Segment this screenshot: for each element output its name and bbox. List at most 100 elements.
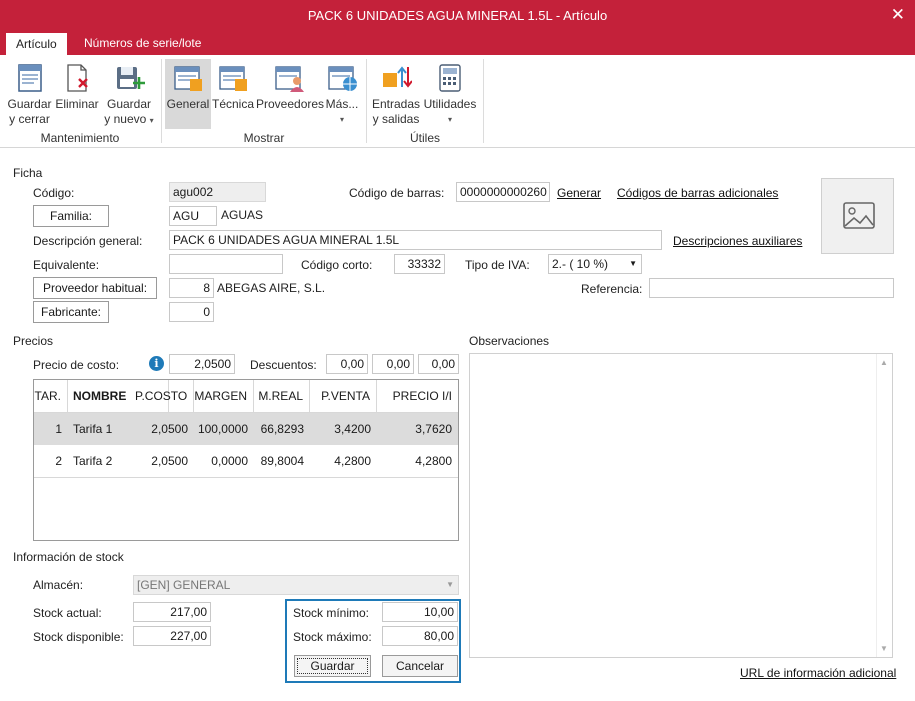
- descripcion-label: Descripción general:: [33, 234, 143, 248]
- tarifas-table: TAR. NOMBRE P.COSTO MARGEN M.REAL P.VENT…: [33, 379, 459, 541]
- general-button[interactable]: General: [165, 59, 211, 129]
- fabricante-button[interactable]: Fabricante:: [33, 301, 109, 323]
- fabricante-field[interactable]: 0: [169, 302, 214, 322]
- codigo-label: Código:: [33, 186, 75, 200]
- col-tar[interactable]: TAR.: [34, 380, 68, 413]
- table-row[interactable]: 1 Tarifa 1 2,0500 100,0000 66,8293 3,420…: [34, 413, 458, 445]
- cancelar-button[interactable]: Cancelar: [382, 655, 458, 677]
- descripcion-field[interactable]: PACK 6 UNIDADES AGUA MINERAL 1.5L: [169, 230, 662, 250]
- descuento-3-field[interactable]: 0,00: [418, 354, 459, 374]
- cell-m-real: 89,8004: [260, 454, 304, 468]
- save-close-icon: [14, 63, 46, 93]
- group-label-mantenimiento: Mantenimiento: [40, 131, 120, 145]
- stock-actual-label: Stock actual:: [33, 606, 102, 620]
- section-ficha: Ficha: [13, 166, 43, 180]
- cell-margen: 100,0000: [197, 422, 248, 436]
- save-new-button[interactable]: Guardar y nuevo ▾: [102, 59, 156, 129]
- familia-button[interactable]: Familia:: [33, 205, 109, 227]
- equivalente-field[interactable]: [169, 254, 283, 274]
- familia-code-field[interactable]: AGU: [169, 206, 217, 226]
- chevron-down-icon: ▼: [446, 580, 454, 589]
- cell-p-costo: 2,0500: [151, 422, 188, 436]
- cell-tar: 2: [55, 454, 62, 468]
- scroll-down-icon[interactable]: ▼: [880, 644, 888, 653]
- delete-button[interactable]: Eliminar: [55, 59, 99, 129]
- group-label-mostrar: Mostrar: [243, 131, 285, 145]
- save-close-label2: y cerrar: [9, 112, 50, 126]
- utilidades-button[interactable]: Utilidades ▾: [423, 59, 477, 129]
- entradas-label1: Entradas: [371, 97, 421, 111]
- generar-link[interactable]: Generar: [557, 186, 601, 200]
- stock-minimo-field[interactable]: 10,00: [382, 602, 458, 622]
- chevron-down-icon[interactable]: ▼: [629, 255, 637, 273]
- col-m-real[interactable]: M.REAL: [254, 380, 310, 413]
- save-new-icon: [113, 63, 145, 93]
- codigo-field[interactable]: agu002: [169, 182, 266, 202]
- precio-costo-field[interactable]: 2,0500: [169, 354, 235, 374]
- cell-m-real: 66,8293: [260, 422, 304, 436]
- close-icon[interactable]: ✕: [891, 5, 905, 25]
- col-p-venta[interactable]: P.VENTA: [310, 380, 377, 413]
- col-margen[interactable]: MARGEN: [194, 380, 254, 413]
- title-bar: PACK 6 UNIDADES AGUA MINERAL 1.5L - Artí…: [0, 0, 915, 32]
- col-precio-ii[interactable]: PRECIO I/I: [377, 380, 458, 413]
- tipo-iva-select[interactable]: 2.- ( 10 %) ▼: [548, 254, 642, 274]
- article-image[interactable]: [821, 178, 894, 254]
- descuento-1-field[interactable]: 0,00: [326, 354, 368, 374]
- tab-numeros-serie-lote[interactable]: Números de serie/lote: [74, 32, 211, 55]
- stock-disponible-label: Stock disponible:: [33, 630, 124, 644]
- descuento-2-field[interactable]: 0,00: [372, 354, 414, 374]
- col-p-costo[interactable]: P.COSTO: [135, 380, 194, 413]
- descripciones-auxiliares-link[interactable]: Descripciones auxiliares: [673, 234, 802, 248]
- scroll-up-icon[interactable]: ▲: [880, 358, 888, 367]
- group-label-utiles: Útiles: [409, 131, 440, 145]
- codigo-barras-label: Código de barras:: [349, 186, 445, 200]
- entradas-salidas-button[interactable]: Entradas y salidas: [371, 59, 421, 129]
- calculator-icon: [434, 63, 466, 93]
- window-title: PACK 6 UNIDADES AGUA MINERAL 1.5L - Artí…: [307, 8, 608, 23]
- section-stock: Información de stock: [13, 550, 124, 564]
- cell-nombre: Tarifa 1: [73, 422, 113, 436]
- chevron-down-icon[interactable]: ▾: [150, 116, 154, 125]
- proveedores-button[interactable]: Proveedores: [256, 59, 324, 129]
- codigo-corto-field[interactable]: 33332: [394, 254, 445, 274]
- cell-tar: 1: [55, 422, 62, 436]
- proveedor-habitual-button[interactable]: Proveedor habitual:: [33, 277, 157, 299]
- cell-p-venta: 4,2800: [334, 454, 371, 468]
- stock-actual-field[interactable]: 217,00: [133, 602, 211, 622]
- almacen-value: [GEN] GENERAL: [137, 578, 231, 592]
- codigo-barras-field[interactable]: 0000000000260: [456, 182, 550, 202]
- referencia-field[interactable]: [649, 278, 894, 298]
- stock-maximo-field[interactable]: 80,00: [382, 626, 458, 646]
- tecnica-button[interactable]: Técnica: [212, 59, 254, 129]
- almacen-select: [GEN] GENERAL ▼: [133, 575, 459, 595]
- proveedor-name: ABEGAS AIRE, S.L.: [217, 281, 326, 295]
- url-informacion-adicional-link[interactable]: URL de información adicional: [740, 666, 896, 680]
- table-row[interactable]: 2 Tarifa 2 2,0500 0,0000 89,8004 4,2800 …: [34, 445, 458, 478]
- save-close-button[interactable]: Guardar y cerrar: [7, 59, 52, 129]
- delete-icon: [61, 63, 93, 93]
- save-new-label2: y nuevo: [104, 112, 147, 126]
- proveedor-code-field[interactable]: 8: [169, 278, 214, 298]
- guardar-button[interactable]: Guardar: [294, 655, 371, 677]
- cell-precio-ii: 4,2800: [415, 454, 452, 468]
- chevron-down-icon[interactable]: ▾: [324, 112, 360, 127]
- suppliers-icon: [273, 63, 305, 93]
- cell-p-venta: 3,4200: [334, 422, 371, 436]
- stock-limits-panel: Stock mínimo: 10,00 Stock máximo: 80,00 …: [285, 599, 461, 683]
- tab-articulo[interactable]: Artículo: [6, 33, 67, 55]
- more-icon: [326, 63, 358, 93]
- chevron-down-icon[interactable]: ▾: [423, 112, 477, 127]
- mas-button[interactable]: Más... ▾: [324, 59, 360, 129]
- stock-disponible-field[interactable]: 227,00: [133, 626, 211, 646]
- save-close-label1: Guardar: [7, 97, 52, 111]
- cell-margen: 0,0000: [211, 454, 248, 468]
- entradas-label2: y salidas: [372, 112, 420, 126]
- codigos-barras-adicionales-link[interactable]: Códigos de barras adicionales: [617, 186, 778, 200]
- section-precios: Precios: [13, 334, 54, 348]
- cell-nombre: Tarifa 2: [73, 454, 113, 468]
- observaciones-textarea[interactable]: ▲ ▼: [469, 353, 893, 658]
- info-icon[interactable]: i: [149, 356, 164, 371]
- cell-precio-ii: 3,7620: [415, 422, 452, 436]
- observaciones-scrollbar[interactable]: ▲ ▼: [876, 354, 892, 657]
